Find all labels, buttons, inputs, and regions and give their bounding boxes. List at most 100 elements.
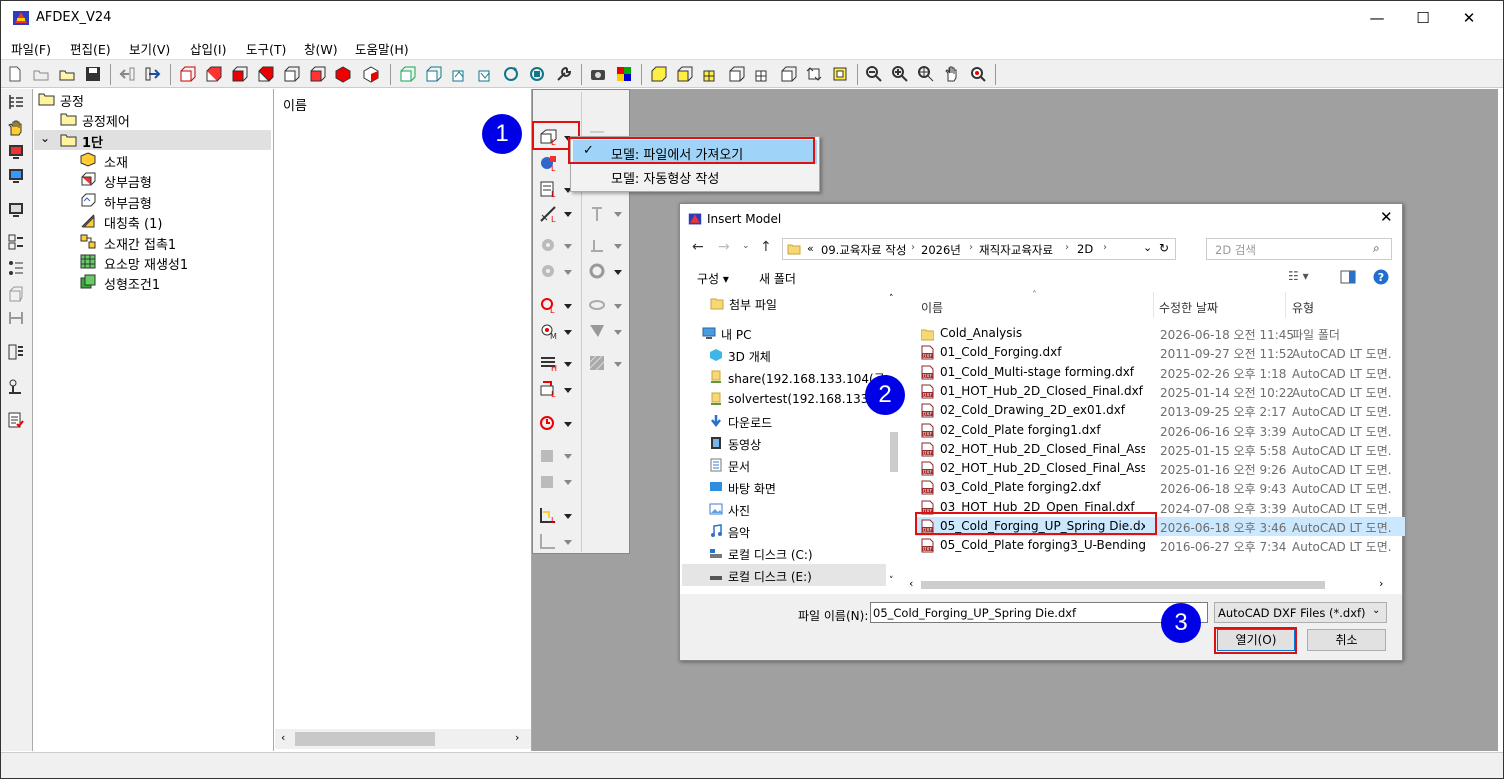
file-row[interactable]: DXF 03_Cold_Plate forging2.dxf 2026-06-18 … xyxy=(915,478,1405,497)
save-icon[interactable] xyxy=(84,65,102,83)
panel-tool-icon[interactable] xyxy=(7,343,25,361)
scroll-right-icon[interactable]: › xyxy=(515,731,519,744)
address-dropdown-icon[interactable]: ⌄ xyxy=(1143,241,1152,254)
new-folder-button[interactable]: 새 폴더 xyxy=(759,270,796,287)
gear-tool-icon-1[interactable] xyxy=(539,236,559,254)
tree-item-upper-die[interactable]: 상부금형 xyxy=(34,170,272,191)
preview-pane-icon[interactable] xyxy=(1340,270,1356,284)
hand-tool-icon[interactable] xyxy=(7,119,25,137)
die-setup-icon[interactable]: L xyxy=(539,180,559,198)
contact-tool-icon[interactable]: L xyxy=(539,296,559,314)
file-horizontal-scrollbar[interactable]: ‹ › xyxy=(907,577,1393,592)
chevron-down-icon[interactable] xyxy=(614,244,622,249)
help-icon[interactable]: ? xyxy=(1373,269,1389,285)
view-icon-2[interactable] xyxy=(424,65,442,83)
minimize-button[interactable]: — xyxy=(1354,0,1400,36)
scroll-thumb[interactable] xyxy=(921,581,1325,589)
scroll-right-icon[interactable]: › xyxy=(1379,577,1383,590)
breadcrumb-3[interactable]: 2D xyxy=(1077,242,1093,256)
grid-view-icon[interactable] xyxy=(753,65,771,83)
view-icon-4[interactable] xyxy=(476,65,494,83)
step-tool-icon[interactable]: L xyxy=(539,506,559,524)
file-row[interactable]: Cold_Analysis 2026-06-18 오전 11:45 파일 폴더 xyxy=(915,324,1405,343)
cube-view-icon-3[interactable] xyxy=(230,65,248,83)
chevron-down-icon[interactable] xyxy=(564,454,572,459)
monitor-chart-icon[interactable] xyxy=(7,167,25,185)
scroll-thumb[interactable] xyxy=(295,732,435,746)
column-header-type[interactable]: 유형 xyxy=(1292,299,1314,316)
checklist-icon[interactable] xyxy=(7,411,25,429)
condition-tool-icon[interactable]: H xyxy=(539,354,559,372)
mesh-view-icon[interactable] xyxy=(701,65,719,83)
file-row[interactable]: DXF 01_HOT_Hub_2D_Closed_Final.dxf 2025-01… xyxy=(915,382,1405,401)
probe-tool-icon[interactable] xyxy=(7,377,25,395)
chevron-down-icon[interactable] xyxy=(564,480,572,485)
menu-window[interactable]: 창(W) xyxy=(304,39,338,58)
chevron-down-icon[interactable] xyxy=(564,388,572,393)
monitor-color-icon[interactable] xyxy=(7,143,25,161)
filetype-select[interactable]: AutoCAD DXF Files (*.dxf) ⌄ xyxy=(1214,602,1387,623)
chevron-down-icon[interactable] xyxy=(614,212,622,217)
nav-scrollbar[interactable]: ˄ ˅ xyxy=(887,292,901,590)
chevron-down-icon[interactable] xyxy=(564,212,572,217)
column-header-name[interactable]: 이름 xyxy=(921,299,943,316)
address-bar[interactable]: « 09.교육자료 작성 › 2026년 › 재직자교육자료 › 2D › ⌄ … xyxy=(782,238,1176,260)
scroll-left-icon[interactable]: ‹ xyxy=(281,731,285,744)
press-tool-icon[interactable]: L xyxy=(539,380,559,398)
chevron-down-icon[interactable] xyxy=(564,270,572,275)
tree-root[interactable]: 공정 xyxy=(34,89,272,110)
new-file-icon[interactable] xyxy=(6,65,24,83)
menu-help[interactable]: 도움말(H) xyxy=(355,39,409,58)
ring-tool-icon[interactable] xyxy=(588,262,608,280)
rotate-icon[interactable] xyxy=(502,65,520,83)
view-icon-1[interactable] xyxy=(398,65,416,83)
gear-tool-icon-3[interactable] xyxy=(539,446,559,464)
view-icon-3[interactable] xyxy=(450,65,468,83)
chevron-down-icon[interactable] xyxy=(614,362,622,367)
export-icon[interactable] xyxy=(144,65,162,83)
chevron-down-icon[interactable] xyxy=(564,514,572,519)
wire-view-icon[interactable] xyxy=(727,65,745,83)
file-row[interactable]: DXF 05_Cold_Plate forging3_U-Bending.dxf 2… xyxy=(915,536,1405,555)
tree-item-remesh[interactable]: 요소망 재생성1 xyxy=(34,252,272,273)
layout-tool-icon[interactable] xyxy=(7,233,25,251)
import-icon[interactable] xyxy=(118,65,136,83)
chevron-down-icon[interactable] xyxy=(614,330,622,335)
maximize-button[interactable]: ☐ xyxy=(1400,0,1446,36)
box-view-icon[interactable] xyxy=(779,65,797,83)
material-color-icon[interactable]: L xyxy=(539,154,559,172)
chevron-down-icon[interactable] xyxy=(614,304,622,309)
refresh-view-icon[interactable] xyxy=(805,65,823,83)
forward-arrow-icon[interactable]: → xyxy=(718,239,730,255)
cube-view-icon-1[interactable] xyxy=(178,65,196,83)
breadcrumb-1[interactable]: 2026년 xyxy=(921,242,961,258)
cube-view-icon-2[interactable] xyxy=(204,65,222,83)
pan-hand-icon[interactable] xyxy=(943,65,961,83)
solid-view-icon[interactable] xyxy=(649,65,667,83)
monitor-icon[interactable] xyxy=(7,201,25,219)
measure-icon[interactable] xyxy=(7,309,25,327)
breadcrumb-0[interactable]: 09.교육자료 작성 xyxy=(821,242,906,258)
chevron-down-icon[interactable] xyxy=(564,330,572,335)
dialog-close-button[interactable]: ✕ xyxy=(1380,208,1393,226)
view-options-icon[interactable]: ☷ ▾ xyxy=(1288,269,1309,283)
fit-view-icon[interactable] xyxy=(831,65,849,83)
zoom-out-icon[interactable] xyxy=(865,65,883,83)
file-row[interactable]: DXF 02_HOT_Hub_2D_Closed_Final_Assembl...… xyxy=(915,440,1405,459)
camera-icon[interactable] xyxy=(589,65,607,83)
up-arrow-icon[interactable]: ↑ xyxy=(760,239,772,255)
cube-view-icon-5[interactable] xyxy=(282,65,300,83)
file-row[interactable]: DXF 02_Cold_Drawing_2D_ex01.dxf 2013-09-25… xyxy=(915,401,1405,420)
hatch-tool-icon[interactable] xyxy=(588,354,608,372)
search-icon[interactable]: ⌕ xyxy=(1373,241,1380,256)
breadcrumb-2[interactable]: 재직자교육자료 xyxy=(979,242,1053,258)
menu-edit[interactable]: 편집(E) xyxy=(70,39,111,58)
pin-tool-icon[interactable] xyxy=(588,205,608,223)
wrench-icon[interactable] xyxy=(555,65,573,83)
file-row[interactable]: DXF 01_Cold_Multi-stage forming.dxf 2025-0… xyxy=(915,363,1405,382)
gear-tool-icon-4[interactable] xyxy=(539,472,559,490)
chevron-down-icon[interactable] xyxy=(564,422,572,427)
close-button[interactable]: ✕ xyxy=(1446,0,1492,36)
tree-item-contact[interactable]: 소재간 접촉1 xyxy=(34,232,272,253)
zoom-in-icon[interactable] xyxy=(891,65,909,83)
